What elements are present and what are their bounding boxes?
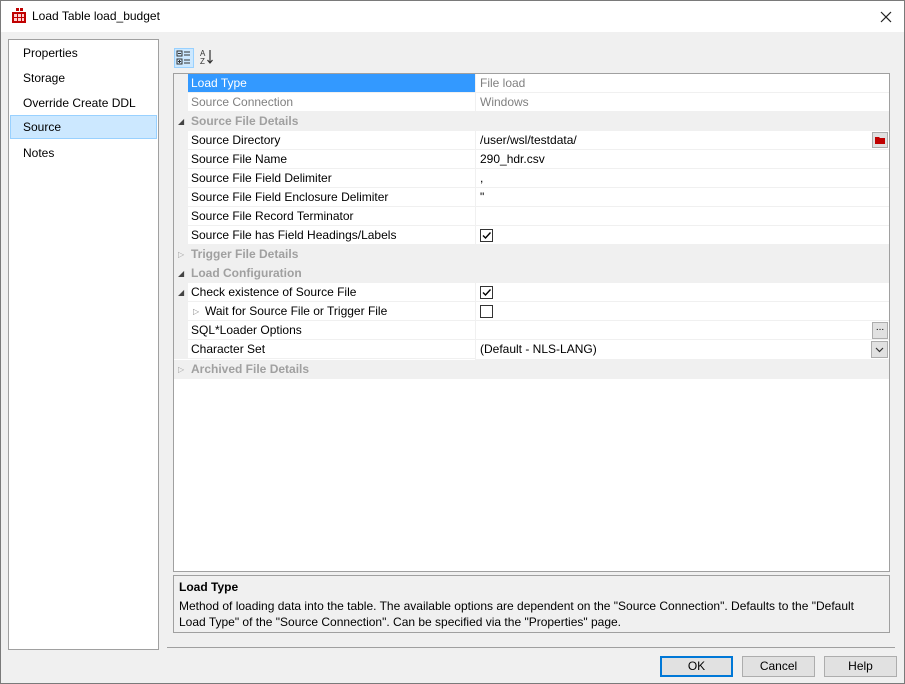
category-label: Trigger File Details [191, 247, 299, 261]
property-row-source-connection[interactable]: Source Connection Windows [174, 93, 889, 112]
category-load-configuration[interactable]: ◢ Load Configuration [174, 264, 889, 283]
property-name: Source File Name [188, 150, 475, 169]
expand-triangle-icon[interactable]: ▷ [178, 360, 184, 379]
row-margin [174, 131, 188, 150]
row-margin [174, 188, 188, 207]
property-row-wait-for-file[interactable]: ▷ Wait for Source File or Trigger File [174, 302, 889, 321]
property-row-character-set[interactable]: Character Set (Default - NLS-LANG) [174, 340, 889, 360]
property-name: Source Connection [188, 93, 475, 112]
property-row-source-file-name[interactable]: Source File Name 290_hdr.csv [174, 150, 889, 169]
close-icon [880, 11, 892, 22]
folder-icon [875, 137, 885, 144]
table-icon [11, 8, 27, 24]
property-value[interactable]: ... [475, 321, 889, 340]
close-button[interactable] [868, 1, 904, 32]
ok-button[interactable]: OK [660, 656, 733, 677]
row-margin [174, 340, 188, 359]
property-value [475, 283, 889, 302]
property-name: Character Set [188, 340, 475, 359]
property-name: Source File Field Enclosure Delimiter [188, 188, 475, 207]
row-margin [174, 226, 188, 245]
property-name: Source File has Field Headings/Labels [188, 226, 475, 245]
nav-item-notes[interactable]: Notes [10, 141, 157, 165]
property-name: Source File Field Delimiter [188, 169, 475, 188]
property-row-source-directory[interactable]: Source Directory /user/wsl/testdata/ [174, 131, 889, 150]
property-row-field-delimiter[interactable]: Source File Field Delimiter , [174, 169, 889, 188]
collapse-triangle-icon[interactable]: ◢ [178, 112, 184, 131]
expand-triangle-icon[interactable]: ▷ [178, 245, 184, 264]
row-margin [174, 321, 188, 340]
row-margin [174, 302, 188, 321]
checkmark-icon [482, 232, 492, 240]
wait-for-file-checkbox[interactable] [480, 305, 493, 318]
category-label: Source File Details [191, 114, 299, 128]
categorized-icon [176, 50, 190, 65]
sort-az-icon: A Z [200, 49, 213, 66]
categorized-view-button[interactable] [174, 48, 194, 68]
check-existence-checkbox[interactable] [480, 286, 493, 299]
dialog-window: Load Table load_budget Properties Storag… [0, 0, 905, 684]
description-text: Method of loading data into the table. T… [179, 599, 855, 629]
property-value[interactable] [475, 207, 889, 226]
category-label: Archived File Details [191, 362, 310, 376]
property-name: Check existence of Source File [188, 283, 475, 302]
page-navigation: Properties Storage Override Create DDL S… [8, 39, 159, 650]
checkmark-icon [482, 289, 492, 297]
row-margin [174, 150, 188, 169]
title-bar: Load Table load_budget [1, 1, 904, 32]
nav-item-properties[interactable]: Properties [10, 41, 157, 65]
row-margin [174, 169, 188, 188]
window-title: Load Table load_budget [32, 9, 160, 23]
collapse-triangle-icon[interactable]: ◢ [178, 283, 184, 302]
browse-folder-button[interactable] [872, 132, 888, 148]
category-trigger-file-details[interactable]: ▷ Trigger File Details [174, 245, 889, 264]
svg-text:Z: Z [200, 57, 205, 66]
cancel-button[interactable]: Cancel [742, 656, 815, 677]
row-margin [174, 74, 188, 93]
sqlloader-options-edit-button[interactable]: ... [872, 322, 888, 339]
property-value: File load [475, 74, 889, 93]
property-grid: Load Type File load Source Connection Wi… [173, 73, 890, 572]
property-value: Windows [475, 93, 889, 112]
divider [167, 647, 895, 648]
property-name: Source File Record Terminator [188, 207, 475, 226]
category-label: Load Configuration [191, 266, 302, 280]
property-value[interactable]: 290_hdr.csv [475, 150, 889, 169]
property-value[interactable]: /user/wsl/testdata/ [475, 131, 889, 150]
property-row-load-type[interactable]: Load Type File load [174, 74, 889, 93]
character-set-value: (Default - NLS-LANG) [480, 342, 597, 356]
row-margin [174, 93, 188, 112]
property-row-has-headings[interactable]: Source File has Field Headings/Labels [174, 226, 889, 245]
help-button[interactable]: Help [824, 656, 897, 677]
property-name: SQL*Loader Options [188, 321, 475, 340]
nav-item-storage[interactable]: Storage [10, 66, 157, 90]
property-row-sqlloader-options[interactable]: SQL*Loader Options ... [174, 321, 889, 340]
character-set-dropdown-button[interactable] [871, 341, 888, 358]
category-archived-file-details[interactable]: ▷ Archived File Details [174, 360, 889, 379]
chevron-down-icon [875, 347, 884, 353]
source-directory-value: /user/wsl/testdata/ [480, 133, 577, 147]
alphabetical-view-button[interactable]: A Z [198, 48, 218, 68]
property-value[interactable]: " [475, 188, 889, 207]
category-source-file-details[interactable]: ◢ Source File Details [174, 112, 889, 131]
description-title: Load Type [179, 580, 239, 594]
nav-item-source[interactable]: Source [10, 115, 157, 139]
property-name: Wait for Source File or Trigger File [188, 302, 475, 321]
collapse-triangle-icon[interactable]: ◢ [178, 264, 184, 283]
property-value [475, 302, 889, 321]
property-name: Source Directory [188, 131, 475, 150]
property-row-check-existence[interactable]: ◢ Check existence of Source File [174, 283, 889, 302]
property-value[interactable]: , [475, 169, 889, 188]
nav-item-override-create-ddl[interactable]: Override Create DDL [10, 91, 157, 115]
has-headings-checkbox[interactable] [480, 229, 493, 242]
property-value [475, 226, 889, 245]
property-value[interactable]: (Default - NLS-LANG) [475, 340, 889, 360]
property-row-record-terminator[interactable]: Source File Record Terminator [174, 207, 889, 226]
property-name: Load Type [188, 74, 475, 93]
row-margin [174, 207, 188, 226]
property-row-enclosure-delimiter[interactable]: Source File Field Enclosure Delimiter " [174, 188, 889, 207]
description-panel: Load Type Method of loading data into th… [173, 575, 890, 633]
